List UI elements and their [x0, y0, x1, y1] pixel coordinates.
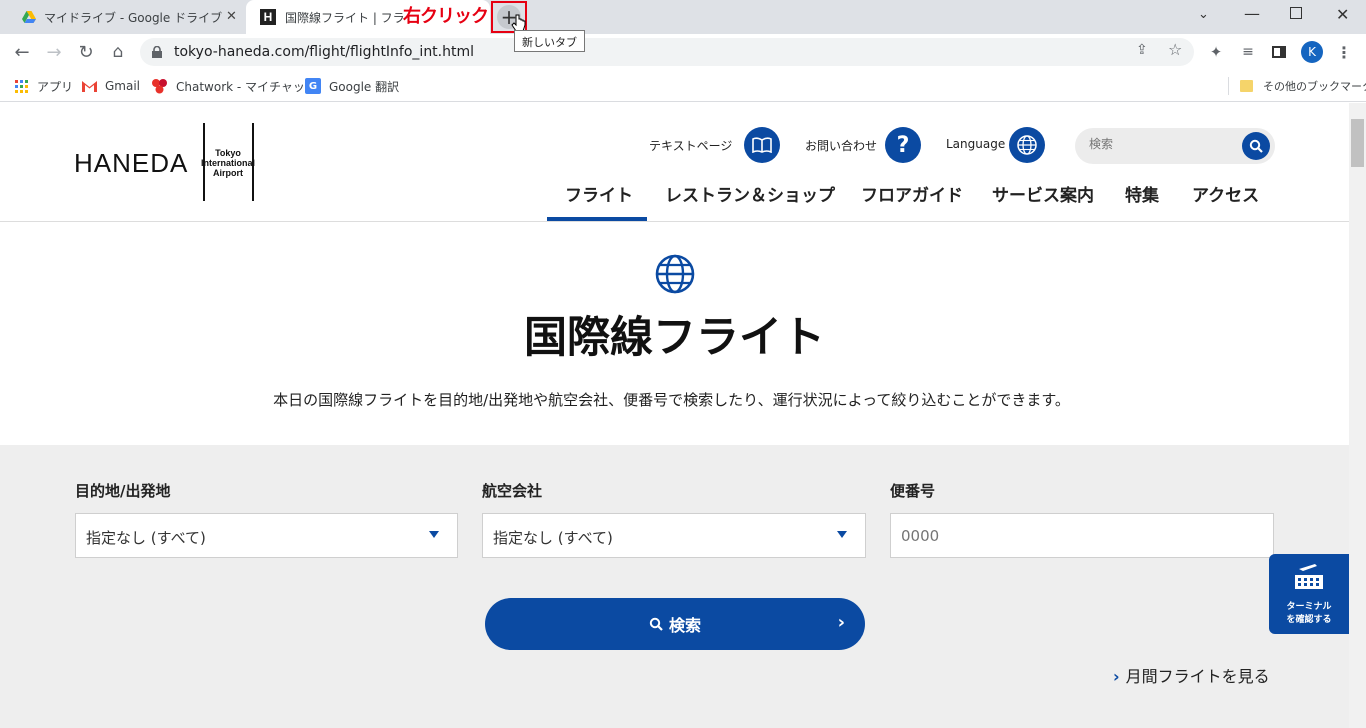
nav-restaurant-shop[interactable]: レストラン＆ショップ: [665, 181, 835, 206]
nav-features[interactable]: 特集: [1125, 181, 1159, 206]
bookmark-label: Google 翻訳: [329, 79, 400, 94]
globe-icon[interactable]: [1009, 127, 1045, 163]
haneda-page: HANEDA Tokyo International Airport テキストペ…: [0, 103, 1349, 728]
minimize-icon[interactable]: —: [1244, 4, 1260, 23]
restore-icon[interactable]: [1290, 7, 1302, 19]
chatwork-icon: [152, 79, 167, 94]
gmail-icon: [82, 80, 97, 92]
more-menu-icon[interactable]: ⋮: [1332, 40, 1356, 64]
bookmark-google-translate[interactable]: G Google 翻訳: [305, 77, 399, 95]
site-search: [1075, 128, 1275, 164]
apps-grid-icon: [15, 79, 28, 93]
terminal-line2: を確認する: [1286, 615, 1332, 625]
search-button-label: 検索: [668, 616, 701, 635]
page-title: 国際線フライト: [524, 313, 825, 363]
flight-number-label: 便番号: [890, 482, 936, 500]
google-drive-icon: [22, 10, 36, 24]
reload-icon[interactable]: ↻: [74, 40, 98, 64]
lock-icon: [152, 46, 162, 58]
bookmarks-bar: アプリ Gmail Chatwork - マイチャット G Google 翻訳 …: [0, 70, 1366, 102]
nav-access[interactable]: アクセス: [1192, 181, 1259, 206]
right-click-annotation: 右クリック: [403, 6, 489, 27]
logo-line3: Airport: [213, 168, 243, 178]
site-search-input[interactable]: [1089, 137, 1229, 151]
logo-line1: Tokyo: [215, 148, 241, 158]
haneda-logo[interactable]: HANEDA Tokyo International Airport: [74, 123, 264, 203]
side-panel-icon[interactable]: [1267, 40, 1291, 64]
site-header: HANEDA Tokyo International Airport テキストペ…: [0, 103, 1349, 222]
bookmark-label: アプリ: [37, 79, 74, 94]
nav-floor-guide[interactable]: フロアガイド: [861, 181, 963, 206]
forward-icon[interactable]: →: [42, 40, 66, 64]
logo-subtitle: Tokyo International Airport: [194, 148, 262, 178]
search-icon: [649, 617, 663, 631]
scrollbar-thumb[interactable]: [1351, 119, 1364, 167]
logo-word: HANEDA: [74, 148, 189, 178]
back-icon[interactable]: ←: [10, 40, 34, 64]
media-queue-icon[interactable]: ≡: [1236, 40, 1260, 64]
search-icon[interactable]: [1242, 132, 1270, 160]
tab-google-drive[interactable]: マイドライブ - Google ドライブ ✕: [8, 0, 246, 34]
help-question-icon[interactable]: ?: [885, 127, 921, 163]
airline-value: 指定なし (すべて): [493, 529, 613, 547]
book-icon[interactable]: [744, 127, 780, 163]
bookmark-star-icon[interactable]: ☆: [1168, 40, 1182, 59]
bookmarks-divider: [1228, 77, 1229, 95]
omnibox[interactable]: tokyo-haneda.com/flight/flightInfo_int.h…: [140, 38, 1194, 66]
other-bookmarks-label: その他のブックマーク: [1263, 80, 1366, 93]
folder-icon: [1240, 80, 1253, 92]
flight-search-panel: 目的地/出発地 指定なし (すべて) 航空会社 指定なし (すべて) 便番号 検…: [0, 445, 1349, 728]
terminal-line1: ターミナル: [1286, 602, 1332, 612]
airline-label: 航空会社: [482, 482, 543, 500]
nav-flight[interactable]: フライト: [565, 181, 633, 206]
chevron-right-icon: ›: [1113, 667, 1120, 686]
extensions-icon[interactable]: ✦: [1204, 40, 1228, 64]
destination-select[interactable]: 指定なし (すべて): [75, 513, 458, 558]
monthly-flights-link[interactable]: › 月間フライトを見る: [1113, 663, 1270, 687]
bookmark-apps[interactable]: アプリ: [15, 77, 73, 95]
share-icon[interactable]: ⇪: [1136, 42, 1148, 58]
language-link[interactable]: Language: [946, 137, 1005, 151]
airline-select[interactable]: 指定なし (すべて): [482, 513, 866, 558]
text-page-link[interactable]: テキストページ: [649, 137, 732, 154]
chevron-right-icon: ›: [837, 612, 845, 633]
bookmark-chatwork[interactable]: Chatwork - マイチャット: [151, 77, 317, 95]
logo-line2: International: [200, 158, 255, 168]
close-window-icon[interactable]: ✕: [1336, 5, 1349, 24]
terminal-building-icon: [1295, 564, 1323, 589]
url-text: tokyo-haneda.com/flight/flightInfo_int.h…: [174, 44, 475, 60]
page-lead: 本日の国際線フライトを目的地/出発地や航空会社、便番号で検索したり、運行状況によ…: [273, 391, 1070, 409]
dropdown-caret-icon: [429, 531, 439, 538]
globe-title-icon: [655, 254, 695, 294]
haneda-h-icon: H: [260, 9, 276, 25]
nav-services[interactable]: サービス案内: [992, 181, 1094, 206]
tab-title: マイドライブ - Google ドライブ: [44, 10, 223, 25]
flight-number-input[interactable]: [890, 513, 1274, 558]
nav-active-underline: [547, 217, 647, 221]
profile-avatar[interactable]: K: [1301, 41, 1323, 63]
contact-link[interactable]: お問い合わせ: [805, 137, 877, 154]
page-scrollbar[interactable]: [1349, 103, 1366, 728]
tab-search-chevron-icon[interactable]: ⌄: [1198, 7, 1209, 22]
google-translate-icon: G: [305, 78, 321, 94]
dropdown-caret-icon: [837, 531, 847, 538]
bookmark-gmail[interactable]: Gmail: [82, 77, 140, 95]
bookmark-label: Chatwork - マイチャット: [176, 79, 317, 94]
new-tab-tooltip: 新しいタブ: [514, 30, 585, 52]
home-icon[interactable]: ⌂: [106, 40, 130, 64]
tab-strip: マイドライブ - Google ドライブ ✕ H 国際線フライト | フライト …: [0, 0, 1366, 52]
close-tab-icon[interactable]: ✕: [226, 9, 237, 24]
tab-title: 国際線フライト | フライト |: [285, 10, 405, 25]
other-bookmarks-folder[interactable]: その他のブックマーク: [1240, 77, 1366, 95]
destination-label: 目的地/出発地: [75, 482, 171, 500]
bookmark-label: Gmail: [105, 79, 141, 93]
check-terminal-button[interactable]: ターミナル を確認する: [1269, 554, 1349, 634]
destination-value: 指定なし (すべて): [86, 529, 206, 547]
address-bar-row: tokyo-haneda.com/flight/flightInfo_int.h…: [0, 34, 1366, 70]
monthly-flights-label: 月間フライトを見る: [1125, 667, 1270, 686]
flight-search-button[interactable]: 検索 ›: [485, 598, 865, 650]
